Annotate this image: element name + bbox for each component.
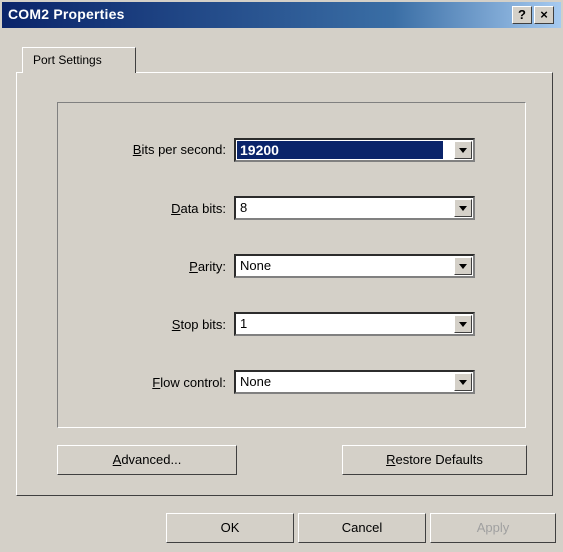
parity-label: Parity: [189,259,226,274]
parity-select[interactable]: None [234,254,475,278]
cancel-button[interactable]: Cancel [298,513,426,543]
help-icon: ? [518,7,526,22]
data-bits-value: 8 [240,200,248,215]
properties-dialog: COM2 Properties ? × Port Settings Bits p… [0,0,563,552]
chevron-down-icon [459,380,467,385]
help-button[interactable]: ? [512,6,532,24]
apply-button[interactable]: Apply [430,513,556,543]
chevron-down-icon [459,322,467,327]
close-button[interactable]: × [534,6,554,24]
bits-per-second-dropdown-button[interactable] [454,141,472,159]
data-bits-label: Data bits: [171,201,226,216]
bits-per-second-label: Bits per second: [132,142,226,157]
parity-dropdown-button[interactable] [454,257,472,275]
parity-value: None [240,258,272,273]
bits-per-second-value: 19200 [240,142,279,158]
flow-control-value: None [240,374,272,389]
title-bar[interactable]: COM2 Properties ? × [2,2,561,28]
chevron-down-icon [459,206,467,211]
stop-bits-label: Stop bits: [171,317,226,332]
bits-per-second-select[interactable]: 19200 [234,138,475,162]
stop-bits-dropdown-button[interactable] [454,315,472,333]
flow-control-select[interactable]: None [234,370,475,394]
stop-bits-select[interactable]: 1 [234,312,475,336]
tab-port-settings[interactable]: Port Settings [22,47,136,73]
window-title: COM2 Properties [8,6,125,22]
data-bits-select[interactable]: 8 [234,196,475,220]
tab-label: Port Settings [33,53,102,67]
flow-control-label: Flow control: [152,375,226,390]
advanced-button[interactable]: Advanced... [57,445,237,475]
close-icon: × [540,7,548,22]
flow-control-dropdown-button[interactable] [454,373,472,391]
ok-button[interactable]: OK [166,513,294,543]
stop-bits-value: 1 [240,316,248,331]
chevron-down-icon [459,264,467,269]
chevron-down-icon [459,148,467,153]
data-bits-dropdown-button[interactable] [454,199,472,217]
restore-defaults-button[interactable]: Restore Defaults [342,445,527,475]
